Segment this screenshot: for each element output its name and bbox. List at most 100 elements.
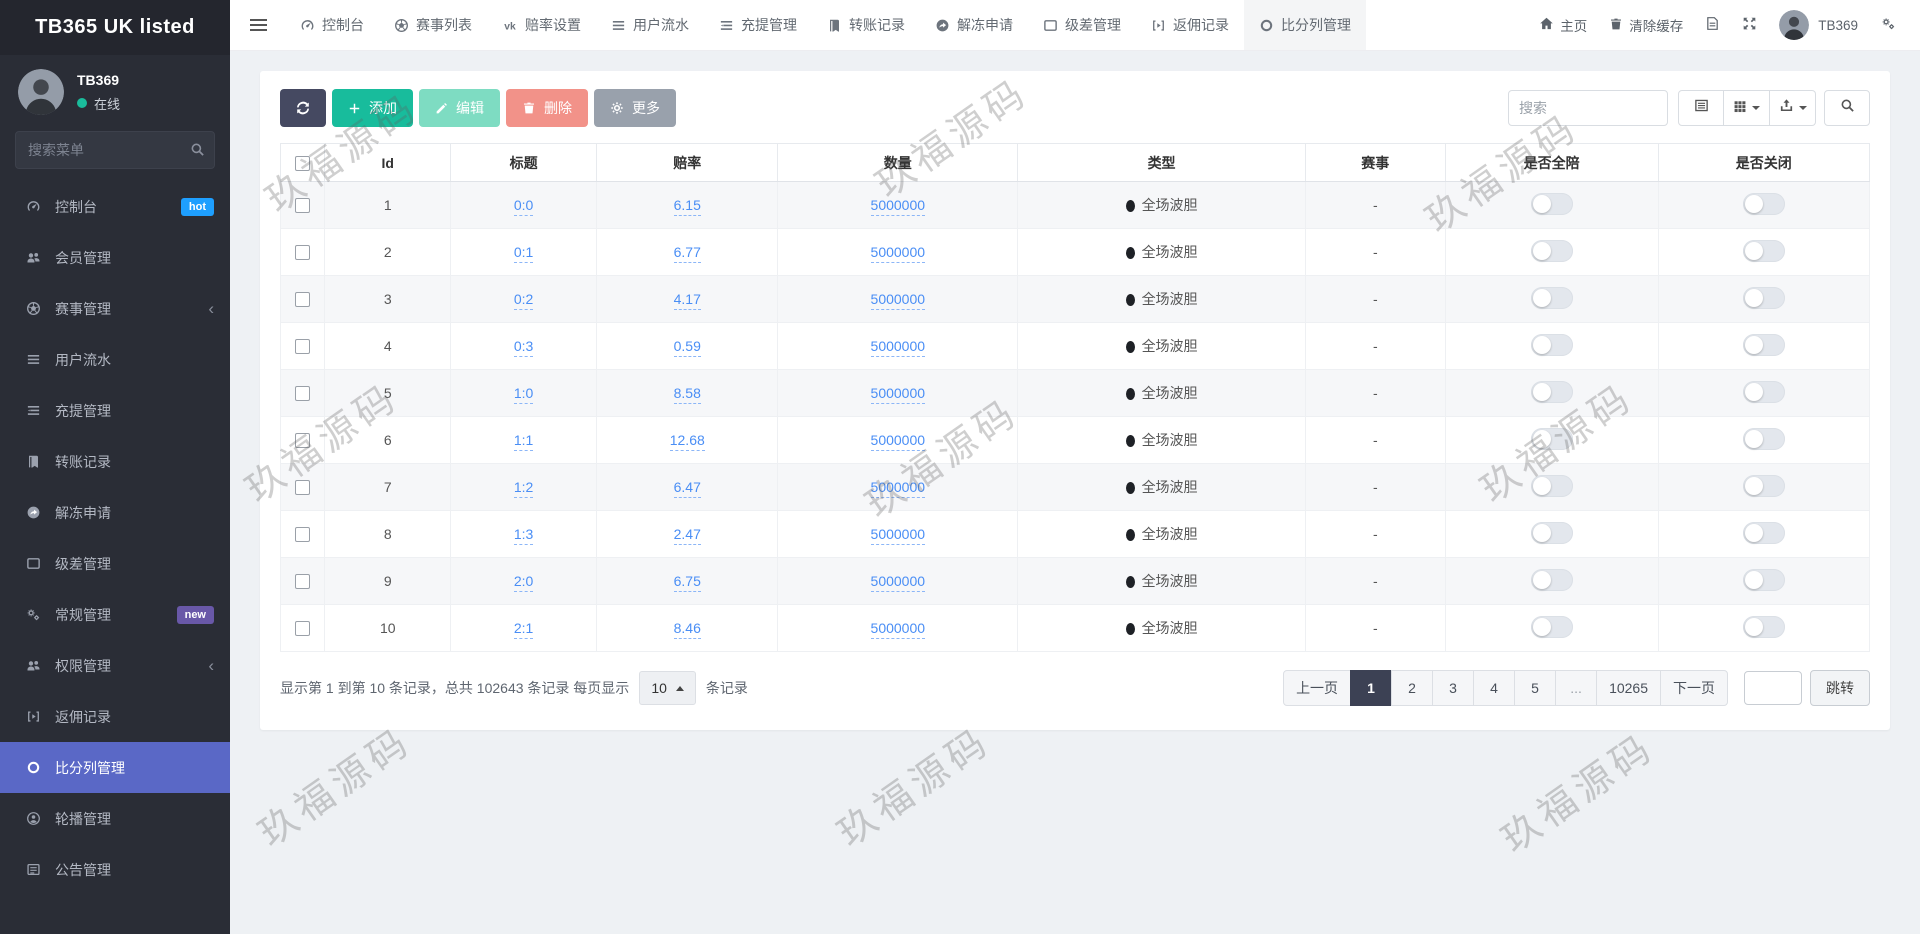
close-toggle[interactable] [1742,380,1785,403]
full-pay-toggle[interactable] [1530,474,1573,497]
close-toggle[interactable] [1742,427,1785,450]
col-header-odds[interactable]: 赔率 [596,143,779,182]
full-pay-toggle[interactable] [1530,521,1573,544]
qty-link[interactable]: 5000000 [870,197,926,216]
page-button-5[interactable]: 5 [1514,670,1557,706]
sidebar-item-解冻申请[interactable]: 解冻申请 [0,487,230,538]
nav-tab-解冻申请[interactable]: 解冻申请 [920,0,1028,50]
col-header-type[interactable]: 类型 [1017,143,1306,182]
odds-link[interactable]: 8.46 [673,620,701,639]
nav-tab-级差管理[interactable]: 级差管理 [1028,0,1136,50]
odds-link[interactable]: 0.59 [673,338,701,357]
sidebar-item-返佣记录[interactable]: 返佣记录 [0,691,230,742]
close-toggle[interactable] [1742,286,1785,309]
nav-tab-充提管理[interactable]: 充提管理 [704,0,812,50]
detail-view-button[interactable] [1678,90,1724,126]
columns-button[interactable] [1724,90,1770,126]
user-menu[interactable]: TB369 [1779,10,1858,40]
sidebar-item-比分列管理[interactable]: 比分列管理 [0,742,230,793]
row-checkbox[interactable] [295,386,311,402]
row-checkbox[interactable] [295,527,311,543]
page-button-3[interactable]: 3 [1432,670,1475,706]
fullscreen-button[interactable] [1742,16,1757,34]
qty-link[interactable]: 5000000 [870,479,926,498]
full-pay-toggle[interactable] [1530,380,1573,403]
close-toggle[interactable] [1742,333,1785,356]
full-pay-toggle[interactable] [1530,615,1573,638]
row-checkbox[interactable] [295,292,311,308]
sidebar-item-权限管理[interactable]: 权限管理 ‹ [0,640,230,691]
col-header-match[interactable]: 赛事 [1304,143,1446,182]
sidebar-item-公告管理[interactable]: 公告管理 [0,844,230,895]
nav-tab-返佣记录[interactable]: 返佣记录 [1136,0,1244,50]
next-page-button[interactable]: 下一页 [1660,670,1728,706]
col-header-full-pay[interactable]: 是否全陪 [1444,143,1659,182]
clear-cache-link[interactable]: 清除缓存 [1609,15,1683,35]
full-pay-toggle[interactable] [1530,333,1573,356]
page-button-4[interactable]: 4 [1473,670,1516,706]
col-header-id[interactable]: Id [324,143,451,182]
close-toggle[interactable] [1742,239,1785,262]
menu-toggle-button[interactable] [248,10,269,40]
sidebar-item-用户流水[interactable]: 用户流水 [0,334,230,385]
add-button[interactable]: 添加 [332,89,413,127]
qty-link[interactable]: 5000000 [870,432,926,451]
title-link[interactable]: 0:1 [513,244,534,263]
qty-link[interactable]: 5000000 [870,291,926,310]
odds-link[interactable]: 8.58 [673,385,701,404]
home-link[interactable]: 主页 [1539,15,1587,35]
qty-link[interactable]: 5000000 [870,244,926,263]
close-toggle[interactable] [1742,568,1785,591]
nav-tab-转账记录[interactable]: 转账记录 [812,0,920,50]
close-toggle[interactable] [1742,474,1785,497]
qty-link[interactable]: 5000000 [870,620,926,639]
sidebar-search-input[interactable] [15,131,215,169]
qty-link[interactable]: 5000000 [870,573,926,592]
title-link[interactable]: 0:0 [513,197,534,216]
title-link[interactable]: 1:0 [513,385,534,404]
nav-tab-赔率设置[interactable]: vk 赔率设置 [487,0,596,50]
sidebar-item-会员管理[interactable]: 会员管理 [0,232,230,283]
page-button-1[interactable]: 1 [1350,670,1393,706]
sidebar-item-控制台[interactable]: 控制台 hot [0,181,230,232]
close-toggle[interactable] [1742,521,1785,544]
qty-link[interactable]: 5000000 [870,338,926,357]
row-checkbox[interactable] [295,574,311,590]
full-pay-toggle[interactable] [1530,239,1573,262]
odds-link[interactable]: 6.15 [673,197,701,216]
sidebar-item-级差管理[interactable]: 级差管理 [0,538,230,589]
col-header-qty[interactable]: 数量 [777,143,1019,182]
title-link[interactable]: 0:2 [513,291,534,310]
row-checkbox[interactable] [295,433,311,449]
gears-button[interactable] [1880,16,1896,34]
nav-tab-赛事列表[interactable]: 赛事列表 [379,0,487,50]
odds-link[interactable]: 6.47 [673,479,701,498]
more-button[interactable]: 更多 [594,89,676,127]
search-button[interactable] [1824,90,1870,126]
full-pay-toggle[interactable] [1530,192,1573,215]
odds-link[interactable]: 4.17 [673,291,701,310]
title-link[interactable]: 2:0 [513,573,534,592]
full-pay-toggle[interactable] [1530,568,1573,591]
row-checkbox[interactable] [295,198,311,214]
sidebar-item-赛事管理[interactable]: 赛事管理 ‹ [0,283,230,334]
delete-button[interactable]: 删除 [506,89,588,127]
title-link[interactable]: 1:2 [513,479,534,498]
page-size-select[interactable]: 10 [639,671,696,705]
odds-link[interactable]: 6.75 [673,573,701,592]
title-link[interactable]: 1:1 [513,432,534,451]
page-button-10265[interactable]: 10265 [1596,670,1661,706]
export-button[interactable] [1770,90,1816,126]
row-checkbox[interactable] [295,480,311,496]
row-checkbox[interactable] [295,339,311,355]
sidebar-item-常规管理[interactable]: 常规管理 new [0,589,230,640]
sidebar-item-轮播管理[interactable]: 轮播管理 [0,793,230,844]
jump-button[interactable]: 跳转 [1810,670,1870,706]
select-all-checkbox[interactable] [295,155,311,171]
row-checkbox[interactable] [295,245,311,261]
document-button[interactable] [1705,16,1720,34]
nav-tab-控制台[interactable]: 控制台 [285,0,379,50]
odds-link[interactable]: 12.68 [669,432,705,451]
sidebar-item-充提管理[interactable]: 充提管理 [0,385,230,436]
title-link[interactable]: 1:3 [513,526,534,545]
